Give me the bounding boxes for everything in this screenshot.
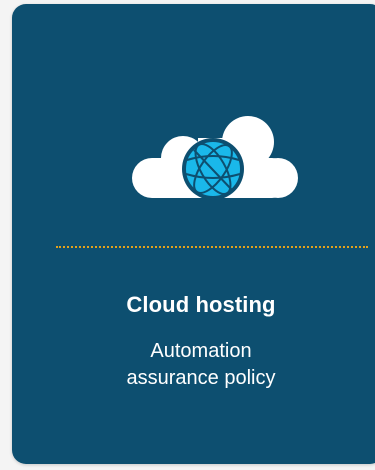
card-title: Cloud hosting: [126, 292, 276, 317]
cloud-hosting-card[interactable]: [12, 4, 375, 464]
card-subtitle: Automation assurance policy: [12, 338, 375, 392]
page: Cloud hosting Automation assurance polic…: [0, 0, 375, 470]
cloud-globe-icon: [132, 116, 298, 200]
subtitle-line-1: Automation: [150, 340, 252, 362]
dotted-divider: [56, 246, 368, 248]
subtitle-line-2: assurance policy: [126, 367, 276, 389]
